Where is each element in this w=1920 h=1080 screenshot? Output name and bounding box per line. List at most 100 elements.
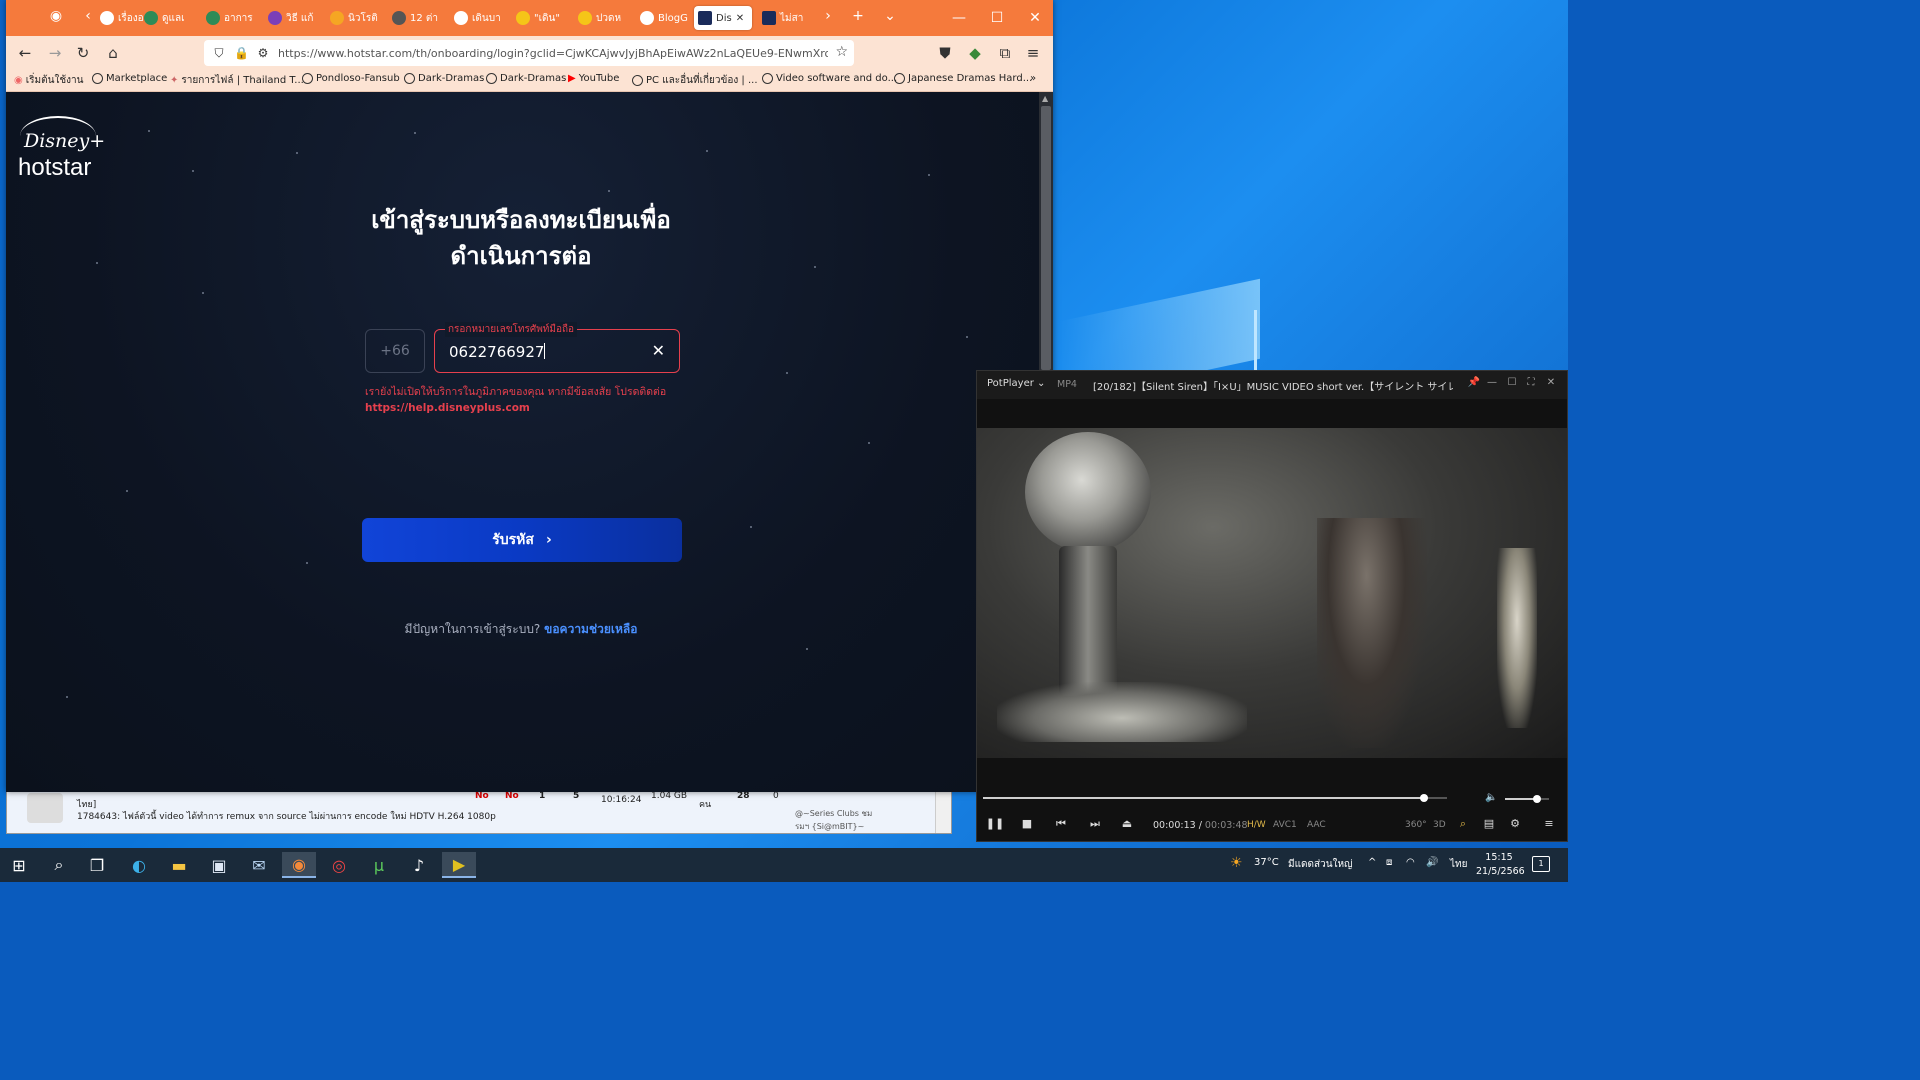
tab-3[interactable]: วิธี แก้ [264,6,322,30]
video-codec-badge[interactable]: AVC1 [1273,820,1297,830]
weather-temp[interactable]: 37°C [1254,857,1279,868]
notification-icon[interactable]: 1 [1532,856,1550,872]
tab-5[interactable]: 12 ต่า [388,6,446,30]
bookmark-5[interactable]: Dark-Dramas [486,73,566,84]
close-window-icon[interactable]: ✕ [1016,0,1054,36]
scrollbar-thumb[interactable] [1041,106,1051,370]
firefox-taskbar-icon[interactable]: ◉ [282,852,316,878]
tab-11[interactable]: ไม่สา [758,6,816,30]
minimize-icon[interactable]: — [940,0,978,36]
country-code-field[interactable]: +66 [365,329,425,373]
tab-6[interactable]: เดินบา [450,6,508,30]
wifi-icon[interactable]: ◠ [1406,857,1415,868]
permissions-icon[interactable]: ⚙ [256,46,270,60]
tab-scroll-right-icon[interactable]: › [818,8,838,24]
tab-scroll-left-icon[interactable]: ‹ [78,8,98,24]
potplayer-titlebar[interactable]: PotPlayer ⌄ MP4 [20/182]【Silent Siren】「I… [977,371,1567,399]
task-view-icon[interactable]: ❐ [80,852,114,878]
seek-bar[interactable] [983,794,1447,802]
phone-input[interactable]: กรอกหมายเลขโทรศัพท์มือถือ 0622766927 ✕ [434,322,680,373]
scrollbar[interactable] [935,789,951,833]
bookmark-0[interactable]: ◉ เริ่มต้นใช้งาน [14,73,83,88]
minimize-icon[interactable]: — [1483,377,1501,388]
back-arrow-icon[interactable]: ← [14,43,36,63]
list-tabs-icon[interactable]: ⌄ [880,8,900,24]
tab-7[interactable]: "เดิน" [512,6,570,30]
volume-handle[interactable] [1532,795,1541,803]
forward-arrow-icon[interactable]: → [44,43,66,63]
tab-8[interactable]: ปวดห [574,6,632,30]
file-explorer-icon[interactable]: ▬ [162,852,196,878]
previous-icon[interactable]: ⏮ [1051,817,1071,831]
pin-icon[interactable]: 📌 [1465,377,1483,388]
eject-icon[interactable]: ⏏ [1117,817,1137,830]
bookmark-8[interactable]: Video software and do... [762,73,897,84]
table-row[interactable]: ไทย] 1784643: ไฟล์ตัวนี้ video ได้ทำการ … [7,789,937,833]
tiktok-icon[interactable]: ♪ [402,852,436,878]
menu-icon[interactable]: ≡ [1022,43,1044,63]
tab-9[interactable]: BlogG [636,6,694,30]
close-tab-icon[interactable]: ✕ [736,13,744,24]
weather-text[interactable]: มีแดดส่วนใหญ่ [1288,857,1353,872]
subtitle-icon[interactable]: ▤ [1479,817,1499,830]
menu-icon[interactable]: ≡ [1539,817,1559,830]
home-icon[interactable]: ⌂ [102,43,124,63]
phone-input-value[interactable]: 0622766927 [449,343,546,361]
3d-button[interactable]: 3D [1433,820,1446,830]
pocket-icon[interactable]: ⛊ [934,43,956,63]
mail-icon[interactable]: ✉ [242,852,276,878]
url-text[interactable]: https://www.hotstar.com/th/onboarding/lo… [278,47,828,60]
audio-codec-badge[interactable]: AAC [1307,820,1326,830]
volume-tray-icon[interactable]: 🔊 [1426,857,1438,868]
firefox-icon[interactable]: ◉ [46,8,66,24]
show-hidden-icons-icon[interactable]: ^ [1368,857,1376,868]
tab-2[interactable]: อาการ [202,6,260,30]
hw-decode-badge[interactable]: H/W [1247,820,1266,830]
url-bar[interactable]: ⛉ 🔒 ⚙ https://www.hotstar.com/th/onboard… [204,40,854,66]
volume-slider[interactable] [1505,795,1549,803]
video-frame[interactable] [977,428,1567,758]
360-button[interactable]: 360° [1405,820,1427,830]
get-help-link[interactable]: ขอความช่วยเหลือ [544,622,637,636]
tab-1[interactable]: ดูแลเ [140,6,198,30]
search-icon[interactable]: ⌕ [42,852,76,878]
pause-icon[interactable]: ❚❚ [985,817,1005,830]
stop-icon[interactable]: ■ [1017,817,1037,830]
clock[interactable]: 15:15 21/5/2566 [1476,851,1525,879]
maximize-icon[interactable]: ☐ [978,0,1016,36]
start-windows-icon[interactable]: ⊞ [2,852,36,878]
tab-10-active[interactable]: Dis ✕ [694,6,752,30]
new-tab-icon[interactable]: + [848,8,868,24]
potplayer-taskbar-icon[interactable]: ▶ [442,852,476,878]
settings-gear-icon[interactable]: ⚙ [1505,817,1525,830]
reload-icon[interactable]: ↻ [72,43,94,63]
bookmark-6[interactable]: ▶ YouTube [568,73,619,84]
bookmark-1[interactable]: Marketplace [92,73,167,84]
volume-icon[interactable]: 🔈 [1485,792,1497,803]
store-icon[interactable]: ▣ [202,852,236,878]
seek-handle[interactable] [1419,794,1428,802]
more-bookmarks-icon[interactable]: » [1030,73,1036,84]
bookmark-4[interactable]: Dark-Dramas [404,73,484,84]
bookmark-star-icon[interactable]: ☆ [835,44,848,60]
help-link[interactable]: https://help.disneyplus.com [365,400,705,416]
background-torrent-window[interactable]: ไทย] 1784643: ไฟล์ตัวนี้ video ได้ทำการ … [6,788,952,834]
weather-icon[interactable]: ☀ [1230,855,1243,871]
get-otp-button[interactable]: รับรหัส › [362,518,682,562]
language-indicator[interactable]: ไทย [1450,857,1467,872]
extensions-puzzle-icon[interactable]: ⧉ [994,43,1016,63]
shield-icon[interactable]: ⛉ [212,46,226,61]
next-icon[interactable]: ⏭ [1085,817,1105,831]
edge-icon[interactable]: ◐ [122,852,156,878]
clear-input-icon[interactable]: ✕ [652,341,665,360]
bookmark-9[interactable]: Japanese Dramas Hard... [894,73,1032,84]
extension-icon[interactable]: ◆ [964,43,986,63]
bookmark-2[interactable]: ✦ รายการไฟล์ | Thailand T... [170,73,304,88]
close-icon[interactable]: ✕ [1542,377,1560,388]
maximize-icon[interactable]: ☐ [1503,377,1521,388]
fullscreen-icon[interactable]: ⛶ [1522,377,1540,388]
scroll-up-icon[interactable]: ▲ [1042,94,1048,103]
display-icon[interactable]: ⧈ [1386,857,1392,868]
tab-4[interactable]: นิวโรติ [326,6,384,30]
bookmark-3[interactable]: Pondloso-Fansub [302,73,400,84]
